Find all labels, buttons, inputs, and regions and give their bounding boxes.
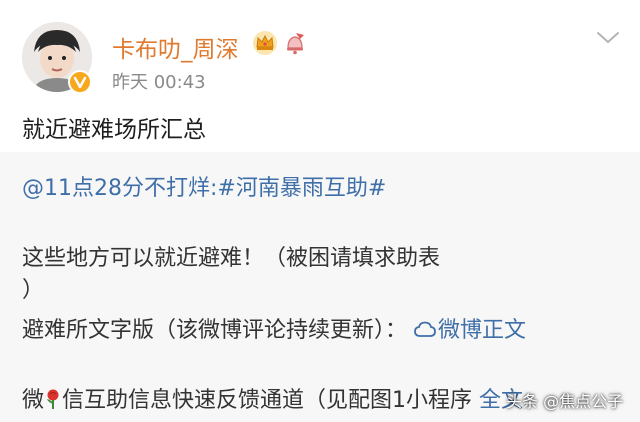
repost-line-prefix: 微 [22,388,45,413]
verified-v-icon [68,70,92,94]
repost-line: ） [22,278,45,303]
post-timestamp: 昨天 00:43 [112,72,206,93]
chevron-down-icon[interactable] [594,28,622,48]
repost-line: 避难所文字版（该微博评论持续更新）： 微博正文 [22,312,526,344]
mention-link[interactable]: @11点28分不打烊 [22,176,210,201]
watermark: 头条 @焦点公子 [506,392,624,411]
repost-line: 这些地方可以就近避难！（被困请填求助表 [22,246,441,271]
weibo-link-icon [414,320,436,338]
repost-line-text: 避难所文字版（该微博评论持续更新）： [22,318,408,343]
repost-line-text: 信互助信息快速反馈通道（见配图1小程序 [62,388,473,413]
username[interactable]: 卡布叻_周深 [112,30,239,64]
repost-header-line: @11点28分不打烊:#河南暴雨互助# [22,170,386,202]
rose-icon [44,388,62,410]
repost-line: 微 信互助信息快速反馈通道（见配图1小程序 全文 [22,382,523,414]
weibo-text-link[interactable]: 微博正文 [414,318,526,343]
post-text: 就近避难场所汇总 [22,117,206,143]
weibo-post: 卡布叻_周深 昨天 00:43 就近避难场所汇总 @11点28分不打烊:#河南暴… [0,0,640,422]
bell-badge-icon[interactable] [282,30,308,56]
hashtag-link[interactable]: :#河南暴雨互助# [210,176,386,201]
weibo-text-link-label: 微博正文 [438,318,527,343]
crown-badge-icon[interactable] [252,30,278,56]
